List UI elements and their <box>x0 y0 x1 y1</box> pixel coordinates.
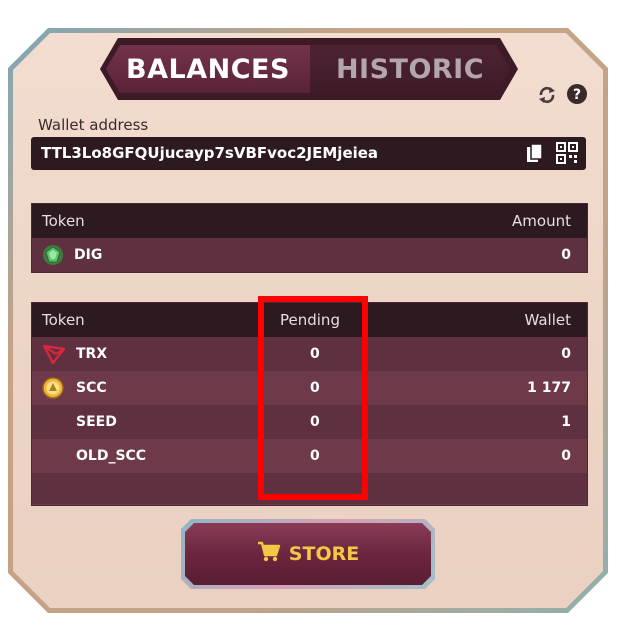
column-header-amount: Amount <box>512 212 571 230</box>
refresh-icon[interactable] <box>536 84 558 106</box>
wallet-address-label: Wallet address <box>38 116 149 134</box>
token-amount: 0 <box>561 247 571 263</box>
column-header-wallet: Wallet <box>524 311 571 329</box>
wallet-address-value: TTL3Lo8GFQUjucayp7sVBFvoc2JEMjeiea <box>41 144 379 162</box>
wallet-address-field[interactable]: TTL3Lo8GFQUjucayp7sVBFvoc2JEMjeiea <box>31 137 586 170</box>
token-name: SCC <box>76 380 107 396</box>
store-button[interactable]: STORE <box>185 523 431 585</box>
table-header: Token Amount <box>32 204 587 238</box>
store-label: STORE <box>288 543 360 565</box>
token-name: TRX <box>76 346 108 362</box>
pending-column-highlight <box>258 296 368 500</box>
table-row: DIG 0 <box>32 238 587 272</box>
wallet-value: 0 <box>561 346 571 362</box>
qr-code-icon[interactable] <box>556 142 578 168</box>
trx-icon <box>42 337 66 371</box>
tab-historic[interactable]: HISTORIC <box>310 45 510 93</box>
dig-gem-icon <box>42 238 64 272</box>
token-name: DIG <box>74 247 103 263</box>
token-amount-table: Token Amount DIG 0 <box>31 203 588 273</box>
svg-text:?: ? <box>573 87 581 103</box>
column-header-token: Token <box>42 311 85 329</box>
help-icon[interactable]: ? <box>566 83 588 105</box>
column-header-token: Token <box>42 212 85 230</box>
token-name: SEED <box>76 414 117 430</box>
token-name: OLD_SCC <box>76 448 147 464</box>
copy-icon[interactable] <box>526 143 544 168</box>
cart-icon <box>257 541 281 568</box>
scc-coin-icon <box>42 371 64 405</box>
wallet-value: 1 177 <box>527 380 571 396</box>
wallet-value: 0 <box>561 448 571 464</box>
tab-balances[interactable]: BALANCES <box>106 45 310 93</box>
wallet-value: 1 <box>561 414 571 430</box>
